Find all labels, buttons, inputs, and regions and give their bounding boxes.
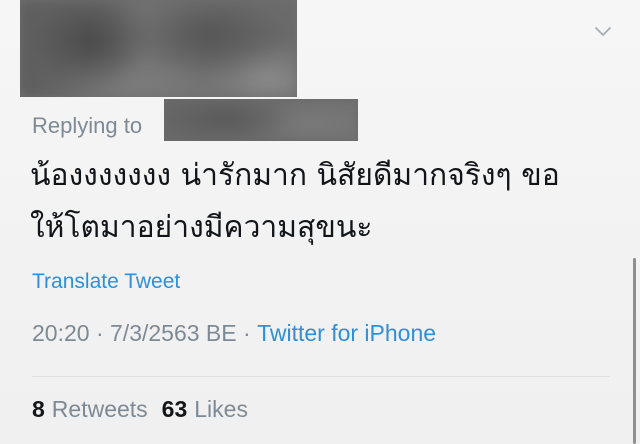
scrollbar[interactable] — [633, 258, 636, 444]
tweet-source-link[interactable]: Twitter for iPhone — [257, 320, 436, 347]
divider — [32, 376, 610, 377]
tweet-detail-page: Replying to น้องงงงงงง น่ารักมาก นิสัยดี… — [0, 0, 640, 444]
tweet-stats: 8 Retweets 63 Likes — [32, 396, 248, 423]
tweet-meta: 20:20 · 7/3/2563 BE · Twitter for iPhone — [32, 320, 436, 347]
redacted-reply-handle[interactable] — [164, 99, 358, 141]
likes-count: 63 — [161, 396, 188, 422]
likes-label: Likes — [194, 396, 248, 422]
likes-stat[interactable]: 63 Likes — [162, 396, 248, 423]
replying-to-line: Replying to — [32, 108, 142, 144]
translate-tweet-link[interactable]: Translate Tweet — [32, 270, 180, 294]
meta-separator: · — [89, 320, 111, 346]
tweet-date: 7/3/2563 BE — [110, 320, 237, 346]
meta-separator: · — [236, 320, 258, 346]
tweet-time: 20:20 — [32, 320, 90, 346]
retweets-stat[interactable]: 8 Retweets — [32, 396, 148, 423]
retweets-label: Retweets — [51, 396, 148, 422]
tweet-text: น้องงงงงงง น่ารักมาก นิสัยดีมากจริงๆ ขอ … — [30, 150, 620, 254]
tweet-text-line: น้องงงงงงง น่ารักมาก นิสัยดีมากจริงๆ ขอ — [30, 158, 560, 193]
retweets-count: 8 — [32, 396, 45, 422]
tweet-text-line: ให้โตมาอย่างมีความสุขนะ — [30, 210, 373, 245]
replying-to-label: Replying to — [32, 113, 143, 138]
redacted-profile-header — [20, 0, 297, 97]
chevron-down-icon[interactable] — [594, 24, 612, 38]
